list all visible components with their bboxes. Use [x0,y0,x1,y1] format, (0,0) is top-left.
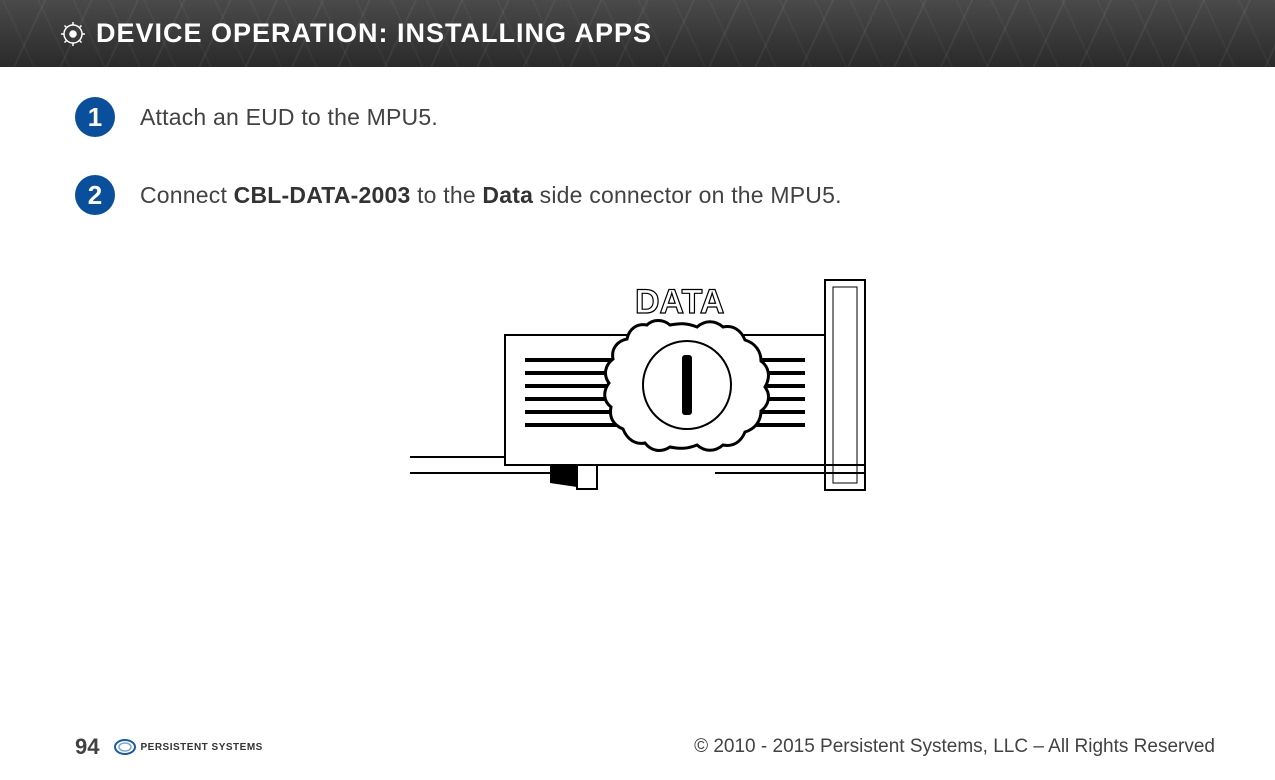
step-1-text: Attach an EUD to the MPU5. [140,104,438,131]
step-2-prefix: Connect [140,182,234,208]
step-badge-2: 2 [75,175,115,215]
connector-diagram: DATA [75,265,1215,525]
step-2-bold2: Data [482,182,533,208]
step-2-mid: to the [410,182,482,208]
footer-left: 94 PERSISTENT SYSTEMS [75,734,263,760]
page-header: DEVICE OPERATION: INSTALLING APPS [0,0,1275,67]
copyright-text: © 2010 - 2015 Persistent Systems, LLC – … [694,736,1215,758]
gear-network-icon [60,21,86,47]
page-footer: 94 PERSISTENT SYSTEMS © 2010 - 2015 Pers… [0,734,1275,760]
page-title: DEVICE OPERATION: INSTALLING APPS [96,18,652,49]
page-number: 94 [75,734,99,760]
step-2-bold1: CBL-DATA-2003 [234,182,411,208]
data-connector-illustration: DATA [405,265,885,525]
step-2-text: Connect CBL-DATA-2003 to the Data side c… [140,182,842,209]
step-2-suffix: side connector on the MPU5. [533,182,842,208]
diagram-label: DATA [635,283,724,321]
brand-logo: PERSISTENT SYSTEMS [114,738,262,756]
content-area: 1 Attach an EUD to the MPU5. 2 Connect C… [0,67,1275,525]
logo-swoosh-icon [114,738,136,756]
step-1: 1 Attach an EUD to the MPU5. [75,97,1215,137]
step-badge-1: 1 [75,97,115,137]
step-2: 2 Connect CBL-DATA-2003 to the Data side… [75,175,1215,215]
brand-name: PERSISTENT SYSTEMS [140,742,262,753]
